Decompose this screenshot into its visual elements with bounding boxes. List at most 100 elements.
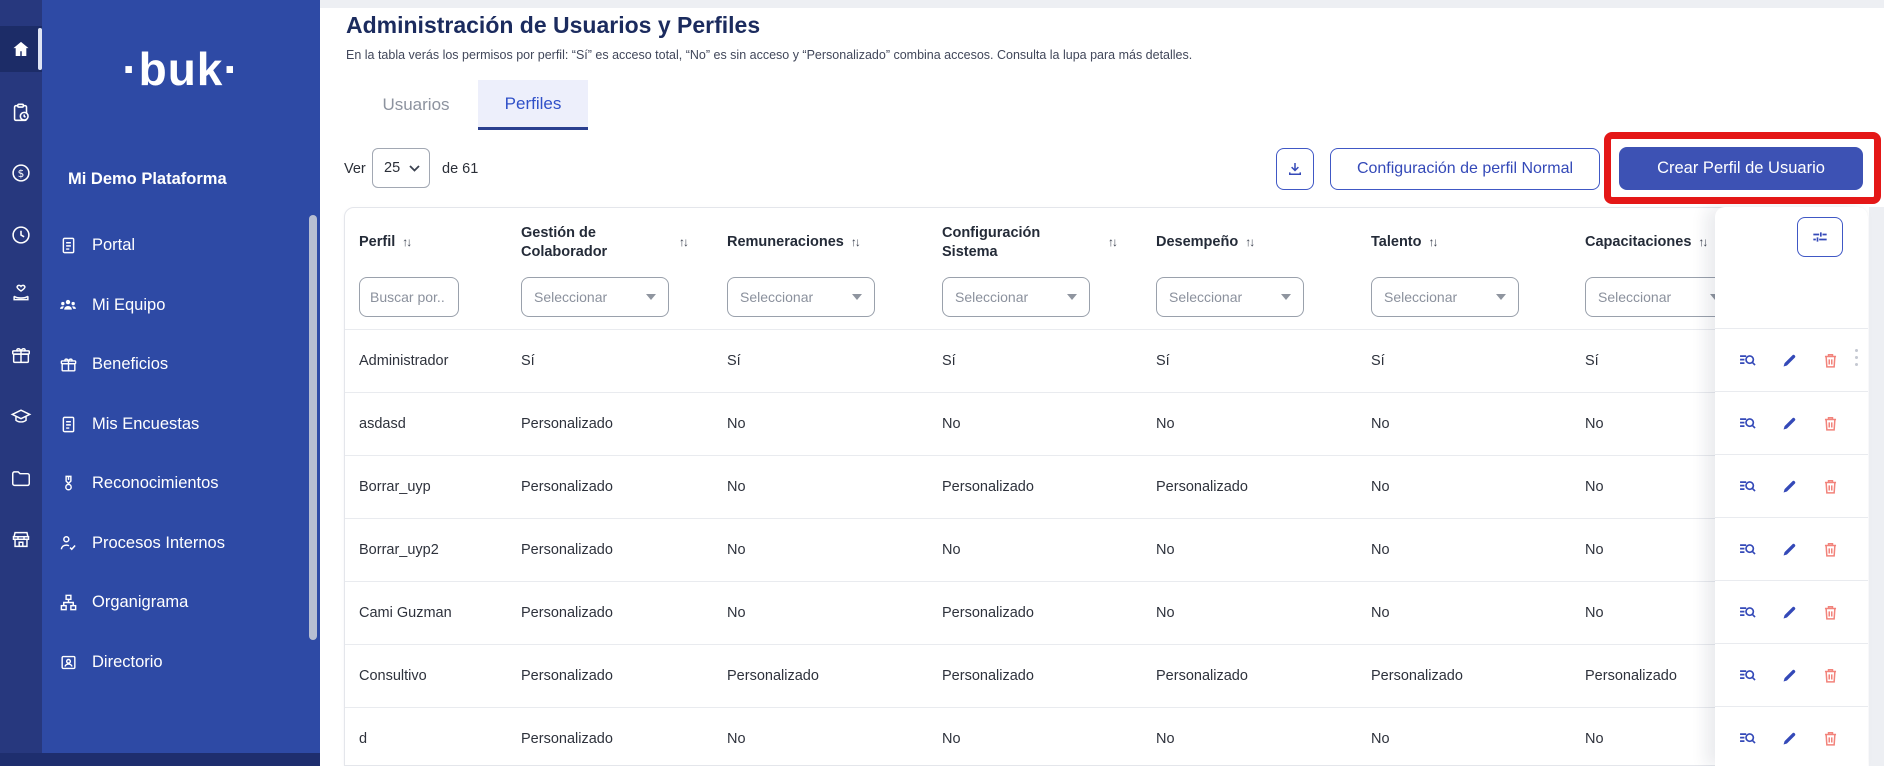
rail-item-documents[interactable]	[0, 455, 42, 501]
column-header-remuneraciones[interactable]: Remuneraciones ↑↓	[713, 233, 928, 251]
permission-cell-gestion: Personalizado	[507, 731, 713, 747]
create-profile-button[interactable]: Crear Perfil de Usuario	[1619, 147, 1863, 190]
edit-icon[interactable]	[1780, 540, 1799, 559]
view-details-icon[interactable]	[1737, 665, 1758, 686]
buk-logo: ·buk·	[42, 42, 320, 96]
permission-cell-gestion: Personalizado	[507, 479, 713, 495]
caret-down-icon	[646, 294, 656, 300]
sidebar-item-beneficios[interactable]: Beneficios	[58, 344, 308, 384]
tab-label: Perfiles	[505, 94, 562, 114]
permission-cell-configuracion: Sí	[928, 353, 1142, 369]
delete-icon[interactable]	[1821, 477, 1840, 496]
column-settings-button[interactable]	[1797, 217, 1843, 257]
search-input[interactable]	[359, 277, 459, 317]
sort-icon[interactable]: ↑↓	[679, 235, 687, 250]
permission-cell-remuneraciones: Sí	[713, 353, 928, 369]
sort-icon[interactable]: ↑↓	[1108, 235, 1116, 250]
view-details-icon[interactable]	[1737, 539, 1758, 560]
total-count-label: de 61	[442, 161, 478, 177]
view-details-icon[interactable]	[1737, 413, 1758, 434]
tab-usuarios[interactable]: Usuarios	[366, 80, 466, 130]
sidebar-item-label: Organigrama	[92, 593, 188, 612]
survey-document-icon	[58, 415, 78, 434]
view-details-icon[interactable]	[1737, 350, 1758, 371]
download-icon	[1286, 160, 1304, 178]
edit-icon[interactable]	[1780, 351, 1799, 370]
rail-item-wellness[interactable]	[0, 270, 42, 316]
edit-icon[interactable]	[1780, 666, 1799, 685]
permission-cell-configuracion: Personalizado	[928, 605, 1142, 621]
delete-icon[interactable]	[1821, 414, 1840, 433]
column-header-configuracion-sistema[interactable]: Configuración Sistema ↑↓	[928, 224, 1142, 260]
rail-item-benefits[interactable]	[0, 332, 42, 378]
filter-select-remuneraciones[interactable]: Seleccionar	[727, 277, 875, 317]
sidebar-item-label: Mi Equipo	[92, 296, 165, 315]
column-header-desempeno[interactable]: Desempeño ↑↓	[1142, 233, 1357, 251]
table-row: Cami Guzman Personalizado No Personaliza…	[345, 581, 1867, 644]
permission-cell-remuneraciones: No	[713, 416, 928, 432]
sidebar-scrollbar[interactable]	[309, 215, 317, 640]
permission-cell-desempeno: No	[1142, 605, 1357, 621]
table-row: d Personalizado No No No No No	[345, 707, 1867, 766]
profile-config-button[interactable]: Configuración de perfil Normal	[1330, 148, 1600, 190]
permission-cell-configuracion: No	[928, 731, 1142, 747]
delete-icon[interactable]	[1821, 666, 1840, 685]
page-size-value: 25	[384, 160, 400, 176]
permission-cell-talento: No	[1357, 605, 1571, 621]
permission-cell-talento: No	[1357, 731, 1571, 747]
column-header-perfil[interactable]: Perfil ↑↓	[345, 233, 507, 251]
filter-select-desempeno[interactable]: Seleccionar	[1156, 277, 1304, 317]
sidebar-item-label: Beneficios	[92, 355, 168, 374]
sort-icon[interactable]: ↑↓	[1698, 235, 1706, 250]
sidebar-item-procesos-internos[interactable]: Procesos Internos	[58, 523, 308, 563]
filter-select-configuracion[interactable]: Seleccionar	[942, 277, 1090, 317]
row-actions	[1715, 517, 1868, 580]
filter-select-capacitaciones[interactable]: Seleccionar	[1585, 277, 1733, 317]
download-button[interactable]	[1276, 148, 1314, 190]
sidebar-item-mis-encuestas[interactable]: Mis Encuestas	[58, 404, 308, 444]
sort-icon[interactable]: ↑↓	[1428, 235, 1436, 250]
delete-icon[interactable]	[1821, 351, 1840, 370]
row-actions	[1715, 328, 1868, 391]
edit-icon[interactable]	[1780, 603, 1799, 622]
filter-select-gestion[interactable]: Seleccionar	[521, 277, 669, 317]
edit-icon[interactable]	[1780, 729, 1799, 748]
page-size-select[interactable]: 25	[372, 148, 430, 188]
sidebar-item-portal[interactable]: Portal	[58, 225, 308, 265]
sidebar-item-directorio[interactable]: Directorio	[58, 642, 308, 682]
rail-item-payroll[interactable]: $	[0, 150, 42, 196]
sort-icon[interactable]: ↑↓	[851, 235, 859, 250]
rail-item-training[interactable]	[0, 394, 42, 440]
rail-item-tasks[interactable]	[0, 90, 42, 136]
rail-item-time[interactable]	[0, 212, 42, 258]
sort-icon[interactable]: ↑↓	[1245, 235, 1253, 250]
sort-icon[interactable]: ↑↓	[402, 235, 410, 250]
sidebar-item-reconocimientos[interactable]: Reconocimientos	[58, 463, 308, 503]
rail-item-marketplace[interactable]	[0, 516, 42, 562]
edit-icon[interactable]	[1780, 414, 1799, 433]
table-body: Administrador Sí Sí Sí Sí Sí Sí asdasd P…	[345, 329, 1867, 766]
profile-name-cell: d	[345, 731, 507, 747]
permission-cell-configuracion: Personalizado	[928, 668, 1142, 684]
sidebar-item-mi-equipo[interactable]: Mi Equipo	[58, 285, 308, 325]
view-details-icon[interactable]	[1737, 602, 1758, 623]
filter-select-talento[interactable]: Seleccionar	[1371, 277, 1519, 317]
column-header-gestion-de-colaborador[interactable]: Gestión de Colaborador ↑↓	[507, 224, 713, 260]
permission-cell-remuneraciones: No	[713, 479, 928, 495]
rail-item-home[interactable]	[0, 26, 42, 72]
sidebar-item-organigrama[interactable]: Organigrama	[58, 582, 308, 622]
row-actions	[1715, 580, 1868, 643]
table-scroll-handle[interactable]	[1854, 349, 1858, 371]
delete-icon[interactable]	[1821, 603, 1840, 622]
folder-icon	[10, 467, 32, 489]
column-header-talento[interactable]: Talento ↑↓	[1357, 233, 1571, 251]
gift-icon	[10, 344, 32, 366]
edit-icon[interactable]	[1780, 477, 1799, 496]
view-details-icon[interactable]	[1737, 728, 1758, 749]
tab-perfiles[interactable]: Perfiles	[478, 80, 588, 130]
view-details-icon[interactable]	[1737, 476, 1758, 497]
delete-icon[interactable]	[1821, 729, 1840, 748]
permission-cell-desempeno: Sí	[1142, 353, 1357, 369]
delete-icon[interactable]	[1821, 540, 1840, 559]
person-check-icon	[58, 533, 78, 553]
